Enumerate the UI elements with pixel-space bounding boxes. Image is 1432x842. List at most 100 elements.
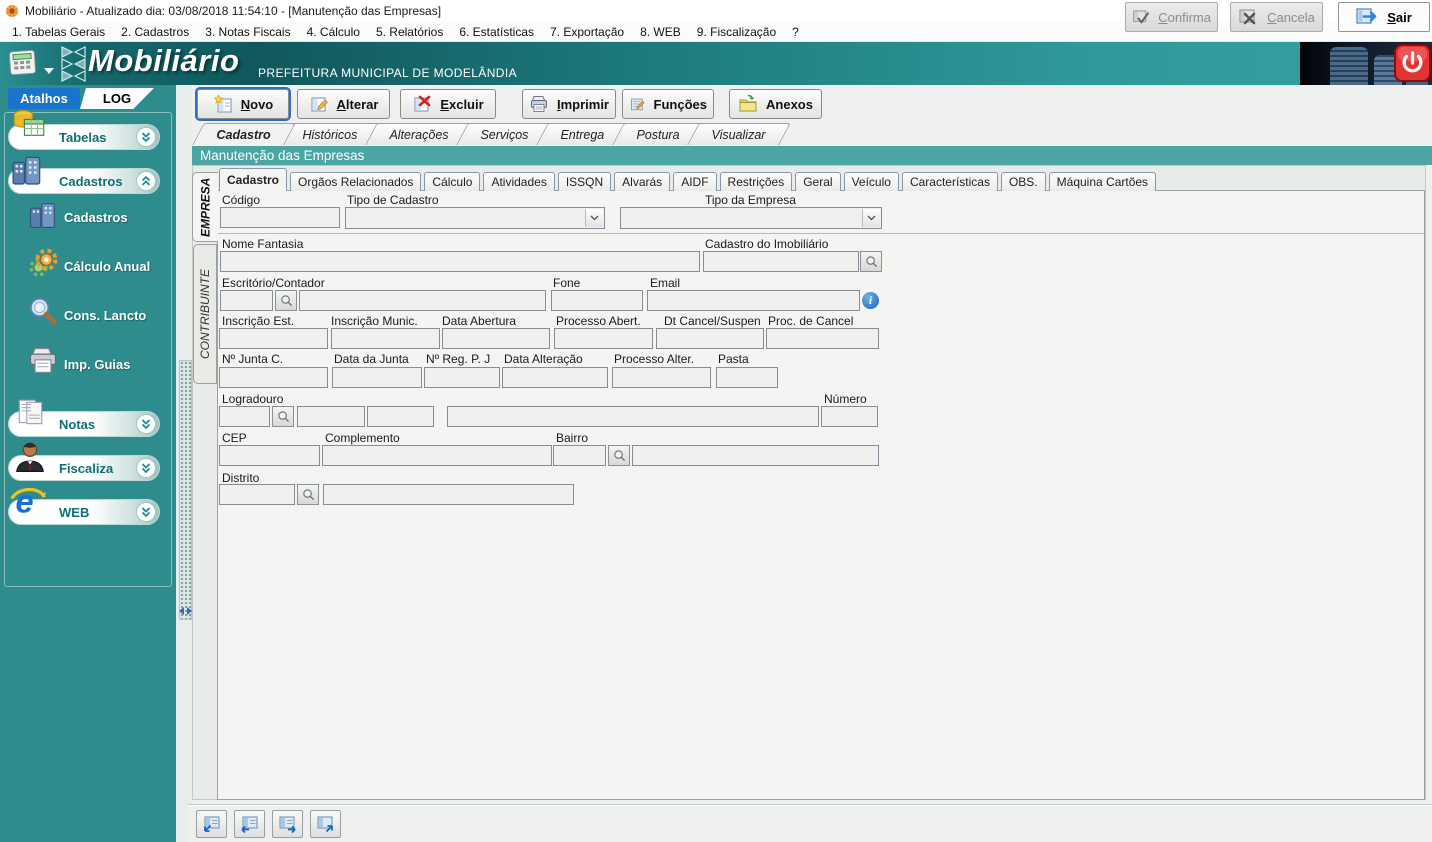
escritorio-contador-label: Escritório/Contador xyxy=(222,276,325,290)
form-tab-calculo[interactable]: Cálculo xyxy=(424,172,480,191)
app-icon xyxy=(5,4,19,18)
excluir-button[interactable]: Excluir xyxy=(400,89,496,119)
next-record-button[interactable] xyxy=(272,810,303,838)
cep-field[interactable] xyxy=(219,445,320,466)
proc-de-cancel-field[interactable] xyxy=(766,328,879,349)
menu-calculo[interactable]: 4. Cálculo xyxy=(299,25,368,39)
expand-notas-icon[interactable] xyxy=(136,414,156,434)
tab-cadastro[interactable]: Cadastro xyxy=(192,123,296,145)
form-tab-veiculo[interactable]: Veículo xyxy=(844,172,899,191)
splitter-handle[interactable] xyxy=(179,360,192,620)
form-tab-maquina-cartoes[interactable]: Máquina Cartões xyxy=(1049,172,1156,191)
form-tab-aidf[interactable]: AIDF xyxy=(673,172,716,191)
form-tab-orgaos-relacionados[interactable]: Orgãos Relacionados xyxy=(290,172,421,191)
splitter-left-arrow-icon[interactable] xyxy=(179,607,184,615)
imprimir-button[interactable]: Imprimir xyxy=(522,89,616,119)
form-tab-cadastro[interactable]: Cadastro xyxy=(219,168,287,191)
bairro-code-field[interactable] xyxy=(553,445,606,466)
escritorio-contador-name-field[interactable] xyxy=(299,290,546,311)
fone-field[interactable] xyxy=(551,290,643,311)
inscricao-munic-field[interactable] xyxy=(331,328,440,349)
form-tab-obs[interactable]: OBS. xyxy=(1001,172,1046,191)
first-record-button[interactable] xyxy=(196,810,227,838)
confirma-button[interactable]: Confirma xyxy=(1125,2,1218,32)
sidebar-tab-atalhos[interactable]: Atalhos xyxy=(8,88,80,109)
pasta-field[interactable] xyxy=(716,367,778,388)
menu-cadastros[interactable]: 2. Cadastros xyxy=(113,25,197,39)
logradouro-name-field[interactable] xyxy=(447,406,819,427)
form-tab-restricoes[interactable]: Restrições xyxy=(720,172,793,191)
sidebar-item-calculo-anual[interactable]: Cálculo Anual xyxy=(64,259,150,274)
menu-notas-fiscais[interactable]: 3. Notas Fiscais xyxy=(197,25,298,39)
form-tab-geral[interactable]: Geral xyxy=(795,172,840,191)
dt-cancel-suspen-field[interactable] xyxy=(656,328,764,349)
chevron-down-icon[interactable] xyxy=(585,209,603,227)
cadastro-imobiliario-search-icon[interactable] xyxy=(860,251,882,272)
tipo-empresa-select[interactable] xyxy=(620,207,882,229)
expand-fiscaliza-icon[interactable] xyxy=(136,458,156,478)
cancela-button[interactable]: Cancela xyxy=(1230,2,1323,32)
codigo-field[interactable] xyxy=(220,207,340,228)
app-banner: Mobiliário PREFEITURA MUNICIPAL DE MODEL… xyxy=(0,42,1432,85)
processo-alter-field[interactable] xyxy=(612,367,711,388)
expand-web-icon[interactable] xyxy=(136,502,156,522)
info-icon[interactable]: i xyxy=(862,292,879,309)
expand-tabelas-icon[interactable] xyxy=(136,127,156,147)
tab-visualizar[interactable]: Visualizar xyxy=(687,123,791,145)
previous-record-button[interactable] xyxy=(234,810,265,838)
menu-estatisticas[interactable]: 6. Estatísticas xyxy=(451,25,542,39)
novo-button[interactable]: Novo xyxy=(197,89,289,119)
chevron-down-icon[interactable] xyxy=(862,209,880,227)
no-junta-field[interactable] xyxy=(219,367,328,388)
logradouro-search-icon[interactable] xyxy=(272,406,294,427)
sidebar-tab-log[interactable]: LOG xyxy=(80,88,154,109)
collapse-cadastros-icon[interactable] xyxy=(136,171,156,191)
data-da-junta-field[interactable] xyxy=(332,367,422,388)
numero-field[interactable] xyxy=(821,406,878,427)
alterar-button[interactable]: Alterar xyxy=(297,89,390,119)
funcoes-button[interactable]: Funções xyxy=(622,89,714,119)
menu-help[interactable]: ? xyxy=(784,25,807,39)
menu-web[interactable]: 8. WEB xyxy=(632,25,689,39)
nome-fantasia-field[interactable] xyxy=(220,251,700,272)
logradouro-code-field[interactable] xyxy=(219,406,270,427)
menu-relatorios[interactable]: 5. Relatórios xyxy=(368,25,451,39)
last-record-button[interactable] xyxy=(310,810,341,838)
sidebar-item-cadastros[interactable]: Cadastros xyxy=(64,210,128,225)
menu-exportacao[interactable]: 7. Exportação xyxy=(542,25,632,39)
distrito-name-field[interactable] xyxy=(323,484,574,505)
cadastro-imobiliario-field[interactable] xyxy=(703,251,859,272)
sidebar-item-imp-guias[interactable]: Imp. Guias xyxy=(64,357,130,372)
bairro-search-icon[interactable] xyxy=(608,445,630,466)
email-field[interactable] xyxy=(647,290,860,311)
sair-button[interactable]: Sair xyxy=(1338,2,1430,32)
form-tab-caracteristicas[interactable]: Características xyxy=(902,172,998,191)
no-reg-pj-field[interactable] xyxy=(424,367,500,388)
complemento-field[interactable] xyxy=(322,445,552,466)
menu-fiscalizacao[interactable]: 9. Fiscalização xyxy=(689,25,784,39)
tipo-cadastro-select[interactable] xyxy=(345,207,605,229)
menu-tabelas-gerais[interactable]: 1. Tabelas Gerais xyxy=(4,25,113,39)
distrito-search-icon[interactable] xyxy=(297,484,319,505)
side-tab-contribuinte[interactable]: CONTRIBUINTE xyxy=(193,244,217,384)
data-alteracao-field[interactable] xyxy=(502,367,608,388)
escritorio-contador-code-field[interactable] xyxy=(220,290,273,311)
form-tab-issqn[interactable]: ISSQN xyxy=(558,172,611,191)
calculator-icon[interactable] xyxy=(8,49,38,80)
form-tab-atividades[interactable]: Atividades xyxy=(483,172,554,191)
escritorio-contador-search-icon[interactable] xyxy=(275,290,297,311)
processo-abert-field[interactable] xyxy=(554,328,653,349)
logradouro-title-field[interactable] xyxy=(367,406,434,427)
form-tab-alvaras[interactable]: Alvarás xyxy=(614,172,670,191)
sidebar-item-cons-lancto[interactable]: Cons. Lancto xyxy=(64,308,146,323)
data-abertura-field[interactable] xyxy=(442,328,550,349)
side-tab-empresa[interactable]: EMPRESA xyxy=(192,172,218,242)
anexos-button[interactable]: Anexos xyxy=(729,89,822,119)
logradouro-type-field[interactable] xyxy=(297,406,365,427)
distrito-code-field[interactable] xyxy=(219,484,295,505)
bairro-name-field[interactable] xyxy=(632,445,879,466)
power-button[interactable] xyxy=(1394,44,1431,82)
chevron-down-icon[interactable] xyxy=(44,68,54,74)
tipo-cadastro-label: Tipo de Cadastro xyxy=(347,193,439,207)
inscricao-est-field[interactable] xyxy=(219,328,328,349)
